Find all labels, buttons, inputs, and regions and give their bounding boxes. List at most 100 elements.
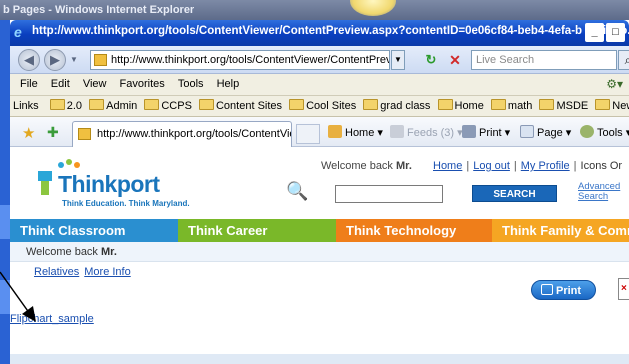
- home-command[interactable]: Home ▾: [328, 125, 383, 139]
- site-logo[interactable]: Thinkport: [58, 171, 160, 198]
- favorites-star-icon[interactable]: ★: [22, 124, 35, 142]
- page-icon: [94, 54, 107, 66]
- logo-dots: [58, 159, 88, 169]
- feeds-icon: [390, 125, 404, 138]
- more-info-link[interactable]: More Info: [84, 266, 130, 278]
- links-item-ccps[interactable]: CCPS: [140, 99, 192, 112]
- refresh-icon[interactable]: ↻: [421, 50, 441, 70]
- links-item-cool-sites[interactable]: Cool Sites: [285, 99, 356, 112]
- page-footer-strip: [10, 354, 629, 364]
- folder-icon: [49, 99, 65, 110]
- links-item-content-sites[interactable]: Content Sites: [195, 99, 282, 112]
- links-label: Links: [13, 100, 39, 112]
- menu-help[interactable]: Help: [217, 78, 240, 90]
- links-item-grad-class[interactable]: grad class: [359, 99, 430, 112]
- menu-file[interactable]: File: [20, 78, 38, 90]
- folder-icon: [595, 99, 611, 110]
- home-icon: [328, 125, 342, 138]
- address-url: http://www.thinkport.org/tools/ContentVi…: [111, 54, 390, 66]
- new-tab-button[interactable]: [296, 124, 320, 144]
- printer-icon: [541, 284, 553, 295]
- close-icon[interactable]: ×: [618, 278, 629, 300]
- ie-title-bar: e http://www.thinkport.org/tools/ContentV…: [10, 20, 629, 46]
- top-links: Home | Log out | My Profile | Icons Or: [433, 160, 623, 172]
- print-button[interactable]: Print: [531, 280, 596, 300]
- links-item-math[interactable]: math: [487, 99, 532, 112]
- tools-command[interactable]: Tools ▾: [580, 125, 629, 139]
- add-favorites-icon[interactable]: ✚: [47, 124, 59, 141]
- browser-tab-title: http://www.thinkport.org/tools/ContentVi…: [97, 128, 292, 140]
- folder-icon: [490, 99, 506, 110]
- links-bar: Links 2.0 Admin CCPS Content Sites Cool …: [10, 96, 629, 117]
- outer-window-title: b Pages - Windows Internet Explorer: [0, 0, 629, 20]
- ie-logo-icon: e: [14, 24, 22, 40]
- relatives-link[interactable]: Relatives: [34, 266, 79, 278]
- page-menu-icon: [520, 125, 534, 138]
- gear-icon: [580, 125, 594, 138]
- nav-think-technology[interactable]: Think Technology: [336, 219, 492, 242]
- frame-highlight: [0, 205, 10, 239]
- command-bar: ★ ✚ http://www.thinkport.org/tools/Conte…: [10, 117, 629, 147]
- browser-tab[interactable]: http://www.thinkport.org/tools/ContentVi…: [72, 121, 292, 147]
- magnifier-icon: 🔍: [286, 181, 309, 201]
- welcome-message: Welcome back Mr.: [321, 160, 412, 172]
- folder-icon: [289, 99, 305, 110]
- menu-edit[interactable]: Edit: [51, 78, 70, 90]
- folder-icon: [363, 99, 379, 110]
- ie-title-text: http://www.thinkport.org/tools/ContentVi…: [32, 25, 629, 37]
- address-dropdown-button[interactable]: ▼: [391, 50, 405, 70]
- page-command[interactable]: Page ▾: [520, 125, 571, 139]
- links-item-msde[interactable]: MSDE: [535, 99, 588, 112]
- nav-think-career[interactable]: Think Career: [178, 219, 336, 242]
- advanced-search-link[interactable]: Advanced Search: [578, 182, 629, 202]
- my-profile-link[interactable]: My Profile: [521, 160, 570, 172]
- welcome-bar-user: Mr.: [101, 246, 117, 258]
- menu-view[interactable]: View: [83, 78, 107, 90]
- folder-icon: [198, 99, 214, 110]
- search-button[interactable]: SEARCH: [472, 185, 557, 202]
- user-name: Mr.: [396, 160, 412, 172]
- web-page: Thinkport Think Education. Think Marylan…: [10, 147, 629, 364]
- history-dropdown-icon[interactable]: ▼: [70, 55, 78, 64]
- addon-icon[interactable]: ⚙▾: [606, 77, 623, 91]
- welcome-bar: Welcome back Mr.: [10, 242, 629, 262]
- links-item-home[interactable]: Home: [434, 99, 484, 112]
- stop-icon[interactable]: ✕: [445, 50, 465, 70]
- content-subnav: Relatives More Info: [34, 266, 136, 278]
- site-search-input[interactable]: [335, 185, 443, 203]
- folder-icon: [437, 99, 453, 110]
- live-search-input[interactable]: Live Search: [471, 50, 617, 70]
- nav-think-family[interactable]: Think Family & Comm: [492, 219, 629, 242]
- links-item-2-0[interactable]: 2.0: [46, 99, 82, 112]
- site-tagline: Think Education. Think Maryland.: [62, 199, 190, 208]
- maximize-button[interactable]: □: [606, 23, 625, 42]
- links-item-news[interactable]: News: [591, 99, 629, 112]
- address-toolbar: ◀ ▶ ▼ http://www.thinkport.org/tools/Con…: [10, 46, 629, 74]
- logout-link[interactable]: Log out: [473, 160, 510, 172]
- search-icon[interactable]: ⌕: [618, 50, 629, 70]
- printer-icon: [462, 125, 476, 138]
- address-input[interactable]: http://www.thinkport.org/tools/ContentVi…: [90, 50, 390, 70]
- live-search-placeholder: Live Search: [476, 54, 535, 66]
- outer-window-title-text: b Pages - Windows Internet Explorer: [3, 4, 195, 16]
- feeds-command[interactable]: Feeds (3) ▾: [390, 125, 463, 139]
- folder-icon: [144, 99, 160, 110]
- back-button[interactable]: ◀: [18, 49, 40, 71]
- home-link[interactable]: Home: [433, 160, 462, 172]
- folder-icon: [539, 99, 555, 110]
- nav-think-classroom[interactable]: Think Classroom: [10, 219, 178, 242]
- menu-bar: File Edit View Favorites Tools Help ⚙▾: [10, 74, 629, 96]
- print-command[interactable]: Print ▾: [462, 125, 510, 139]
- menu-favorites[interactable]: Favorites: [120, 78, 165, 90]
- main-nav: Think Classroom Think Career Think Techn…: [10, 219, 629, 242]
- thinkport-logo-icon[interactable]: [38, 171, 52, 195]
- page-icon: [78, 128, 91, 140]
- window-controls: _ □: [583, 23, 625, 42]
- minimize-button[interactable]: _: [585, 23, 604, 42]
- folder-icon: [89, 99, 105, 110]
- forward-button[interactable]: ▶: [44, 49, 66, 71]
- links-item-admin[interactable]: Admin: [85, 99, 137, 112]
- icons-link[interactable]: Icons Or: [581, 160, 623, 172]
- menu-tools[interactable]: Tools: [178, 78, 204, 90]
- annotation-arrow-icon: [0, 271, 36, 322]
